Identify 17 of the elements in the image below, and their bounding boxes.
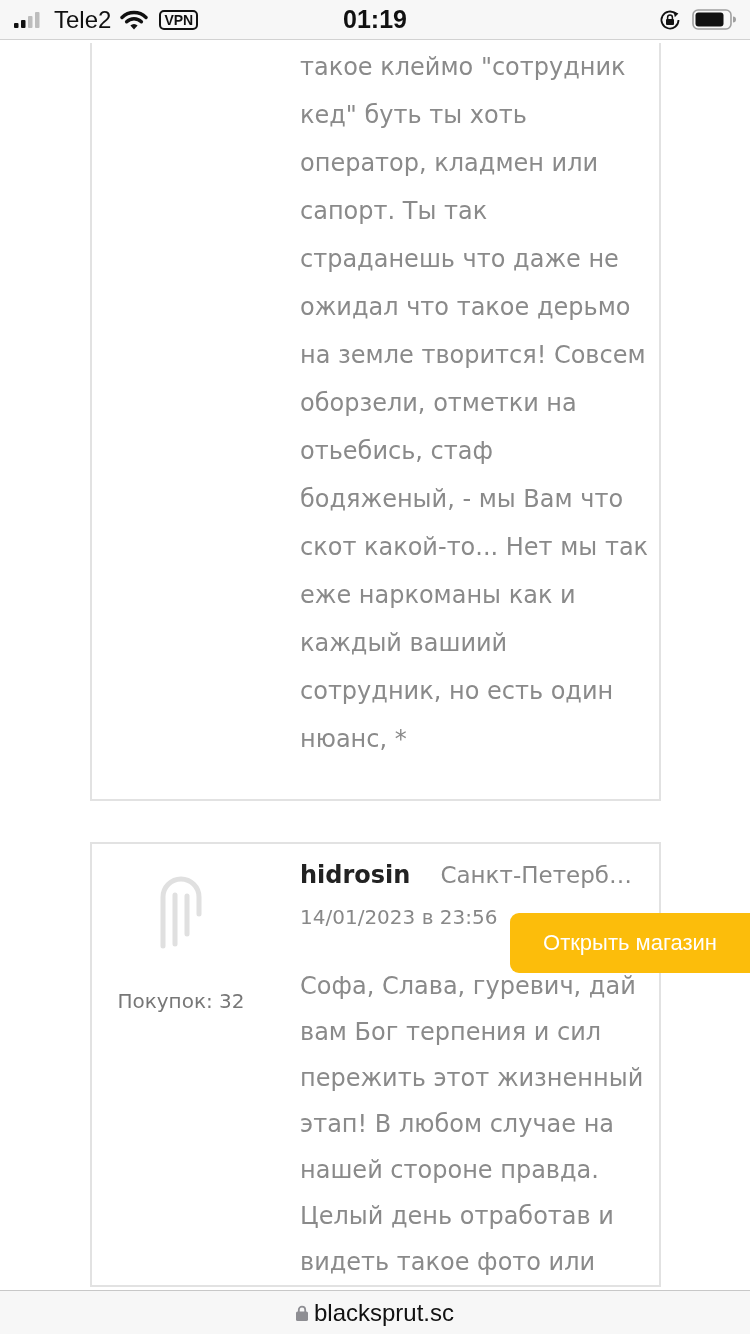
address-bar[interactable]: blacksprut.sc xyxy=(0,1290,750,1334)
wifi-icon xyxy=(120,9,149,30)
logo-avatar-icon xyxy=(159,875,203,949)
review-text: Софа, Слава, гуревич, дай вам Бог терпения и сил пережить этот жизненный этап! В любом случае на нашей стороне правда. Целый день отработав и видеть такое фото или xyxy=(300,971,645,1278)
lock-icon xyxy=(295,1304,308,1321)
clock-time: 01:19 xyxy=(343,5,407,34)
post-date: 14/01/2023 в 23:56 xyxy=(300,904,498,931)
city-name: Санкт-Петерб… xyxy=(440,861,632,890)
purchase-count: Покупок: 32 xyxy=(117,988,245,1015)
review-text: такое клеймо "сотрудник кед" буть ты хоть оператор, кладмен или сапорт. Ты так страданешь что даже не ожидал что такое дерьмо на земле творится! Совсем оборзели, отметки на отьебись, стаф бодяженый, - мы Вам что скот какой-то... Нет мы так еже наркоманы как и каждый вашиий сотрудник, но есть один нюанс, * xyxy=(300,52,649,755)
username: hidrosin xyxy=(300,860,411,891)
rotation-lock-icon xyxy=(659,8,681,31)
url-text: blacksprut.sc xyxy=(313,1298,455,1327)
signal-icon xyxy=(14,11,40,28)
vpn-badge: VPN xyxy=(159,9,199,30)
battery-icon xyxy=(692,9,736,30)
carrier-name: Tele2 xyxy=(54,5,112,34)
